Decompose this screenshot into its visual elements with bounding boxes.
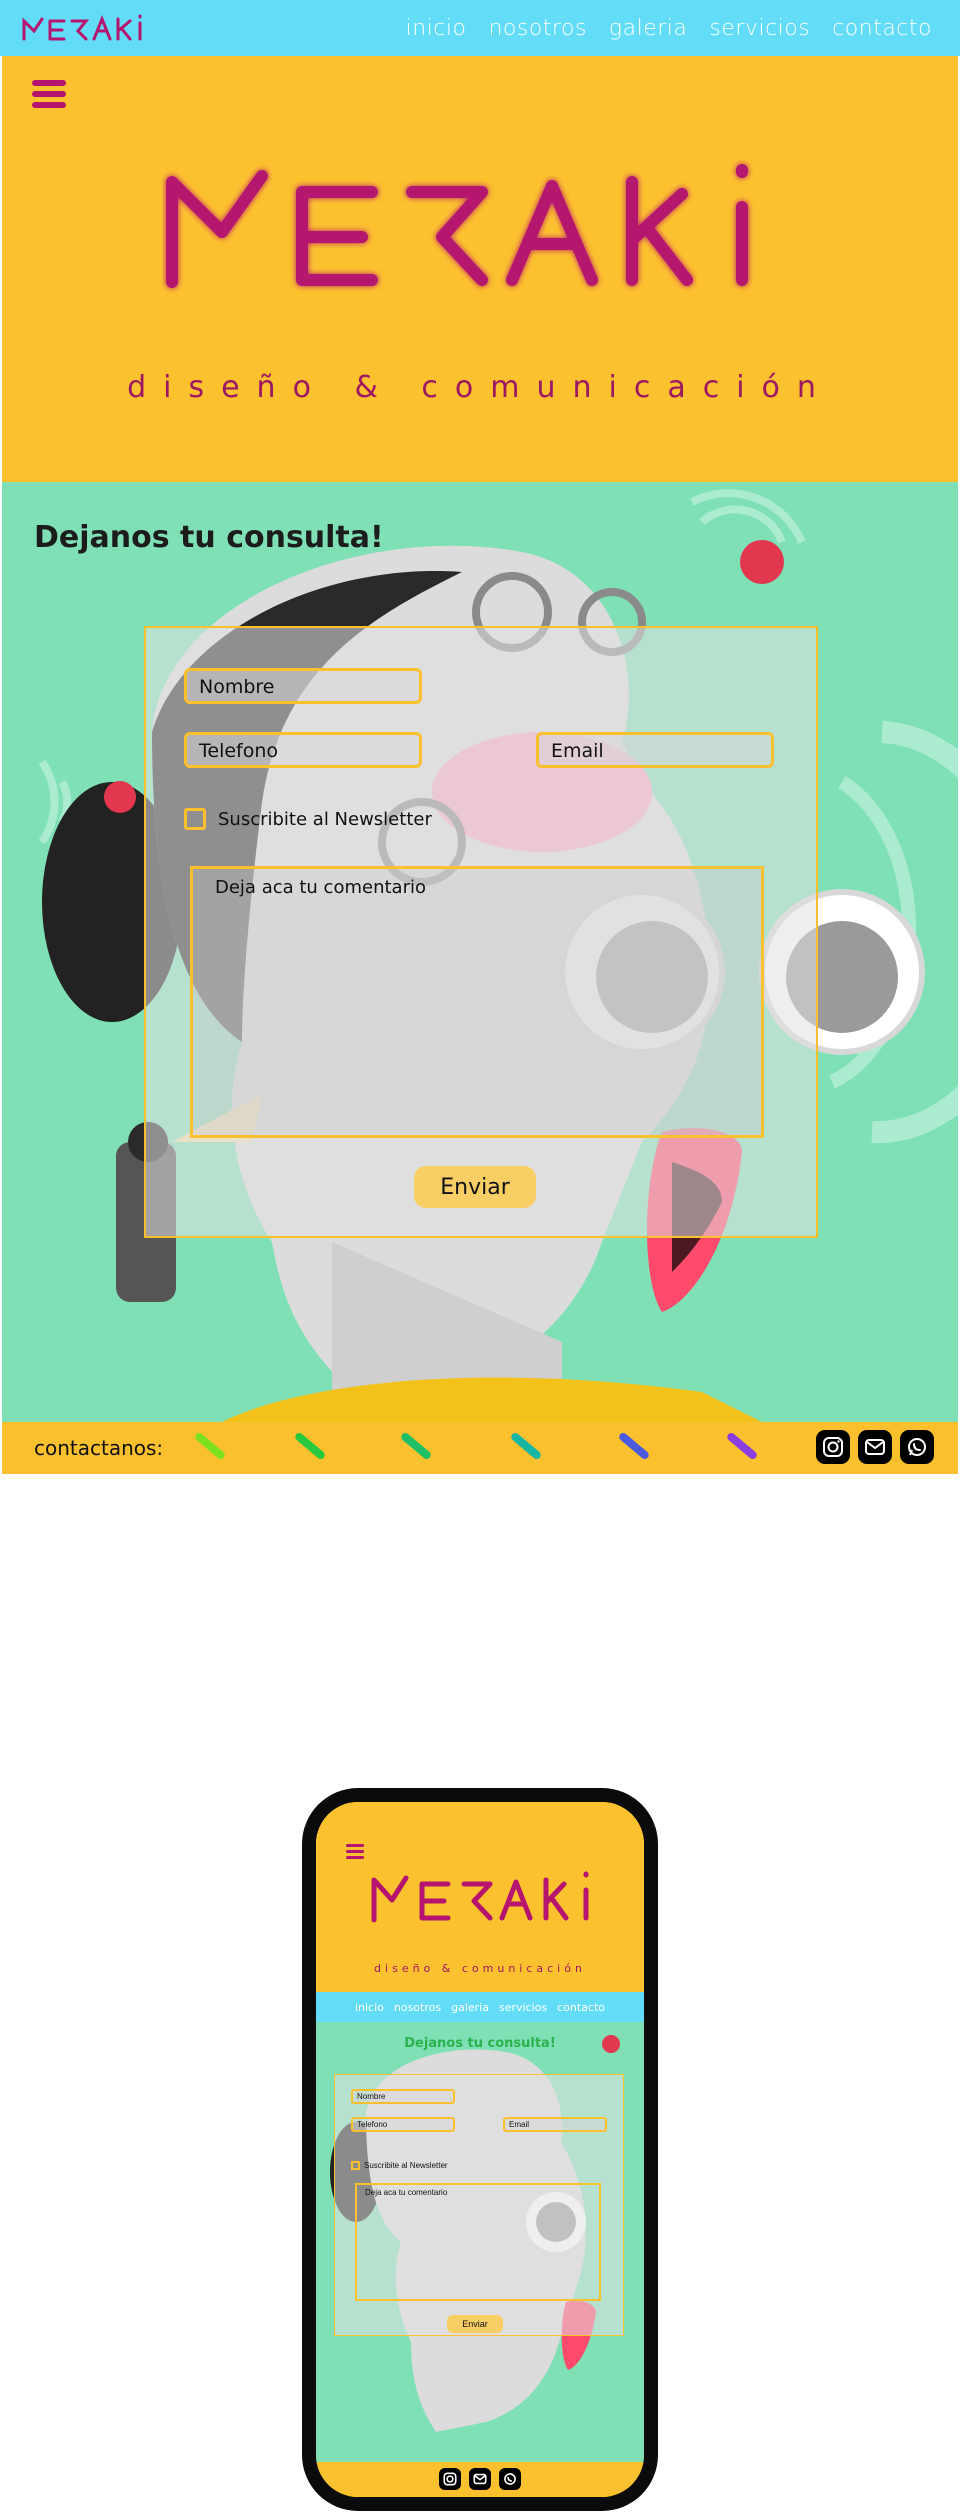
mobile-comment-textarea[interactable]: Deja aca tu comentario [355, 2183, 601, 2301]
newsletter-checkbox[interactable] [184, 808, 206, 830]
newsletter-label: Suscribite al Newsletter [218, 808, 432, 830]
mobile-nav-nosotros[interactable]: nosotros [394, 2001, 441, 2014]
whatsapp-icon[interactable] [900, 1430, 934, 1464]
top-navbar: inicio nosotros galeria servicios contac… [0, 0, 960, 56]
mobile-brand-logo [371, 1871, 589, 1923]
mobile-mail-icon[interactable] [469, 2468, 491, 2490]
newsletter-row: Suscribite al Newsletter [184, 808, 432, 830]
nav-link-nosotros[interactable]: nosotros [488, 16, 586, 41]
mobile-screen: diseño & comunicación inicio nosotros ga… [316, 1802, 644, 2497]
nav-link-galeria[interactable]: galeria [609, 16, 687, 41]
email-field[interactable]: Email [536, 732, 774, 768]
brand-logo-small[interactable] [20, 11, 170, 45]
mail-icon[interactable] [858, 1430, 892, 1464]
mobile-newsletter-label: Suscribite al Newsletter [364, 2161, 448, 2170]
decor-slash [193, 1431, 227, 1461]
contact-title: Dejanos tu consulta! [34, 520, 384, 555]
name-field[interactable]: Nombre [184, 668, 422, 704]
mobile-name-field[interactable]: Nombre [351, 2089, 455, 2104]
mobile-nav-inicio[interactable]: inicio [355, 2001, 384, 2014]
mobile-nav-contacto[interactable]: contacto [557, 2001, 605, 2014]
mobile-contact-section: Dejanos tu consulta! Nombre Telefono Ema… [316, 2022, 644, 2462]
mobile-contact-title: Dejanos tu consulta! [404, 2036, 556, 2051]
decor-slash [509, 1431, 543, 1461]
brand-logo [166, 164, 748, 288]
contact-section: Dejanos tu consulta! Nombre Telefono Ema… [2, 482, 958, 1422]
nav-link-inicio[interactable]: inicio [406, 16, 467, 41]
mobile-contact-form: Nombre Telefono Email Suscribite al News… [334, 2074, 624, 2336]
mobile-phone-field[interactable]: Telefono [351, 2117, 455, 2132]
instagram-icon[interactable] [816, 1430, 850, 1464]
mobile-email-field[interactable]: Email [503, 2117, 607, 2132]
hamburger-menu-icon[interactable] [32, 80, 68, 112]
mobile-hamburger-icon[interactable] [346, 1844, 364, 1862]
comment-textarea[interactable]: Deja aca tu comentario [190, 866, 764, 1138]
hero-banner: diseño & comunicación [2, 56, 958, 482]
mobile-tagline: diseño & comunicación [374, 1962, 586, 1975]
decor-slash [725, 1431, 759, 1461]
decor-slash [617, 1431, 651, 1461]
mobile-nav-galeria[interactable]: galeria [451, 2001, 489, 2014]
nav-link-contacto[interactable]: contacto [832, 16, 932, 41]
mobile-newsletter-checkbox[interactable] [351, 2161, 360, 2170]
mobile-send-button[interactable]: Enviar [447, 2315, 503, 2333]
send-button[interactable]: Enviar [414, 1166, 536, 1208]
mobile-footer [316, 2462, 644, 2497]
mobile-nav-servicios[interactable]: servicios [499, 2001, 547, 2014]
decor-slash [293, 1431, 327, 1461]
mobile-hero: diseño & comunicación [316, 1802, 644, 1992]
footer-label: contactanos: [34, 1436, 164, 1460]
contact-form: Nombre Telefono Email Suscribite al News… [144, 626, 818, 1238]
main-nav: inicio nosotros galeria servicios contac… [406, 16, 932, 41]
nav-link-servicios[interactable]: servicios [709, 16, 810, 41]
mobile-nav: inicio nosotros galeria servicios contac… [316, 1992, 644, 2022]
mobile-mockup: diseño & comunicación inicio nosotros ga… [302, 1788, 658, 2511]
mobile-newsletter-row[interactable]: Suscribite al Newsletter [351, 2161, 448, 2170]
phone-field[interactable]: Telefono [184, 732, 422, 768]
decor-slash [399, 1431, 433, 1461]
mobile-whatsapp-icon[interactable] [499, 2468, 521, 2490]
brand-tagline: diseño & comunicación [127, 370, 833, 405]
footer-bar: contactanos: [2, 1422, 958, 1474]
mobile-instagram-icon[interactable] [439, 2468, 461, 2490]
